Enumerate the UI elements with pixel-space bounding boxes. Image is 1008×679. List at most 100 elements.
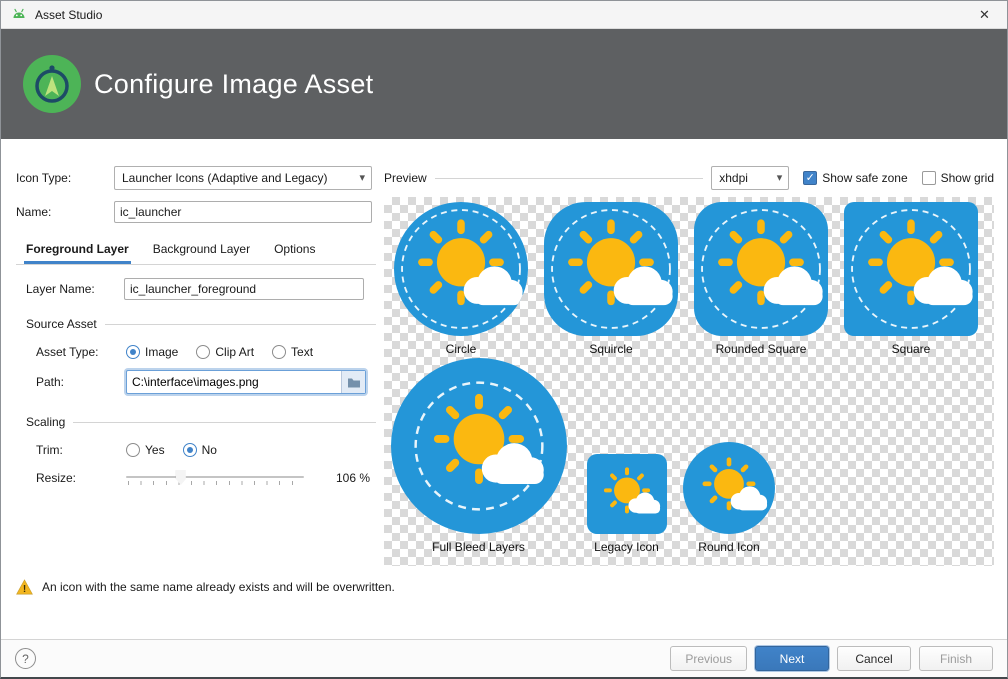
slider-ticks — [128, 481, 304, 485]
dialog-title: Configure Image Asset — [94, 69, 373, 100]
asset-studio-dialog: Asset Studio ✕ Configure Image Asset Ico… — [0, 0, 1008, 679]
preview-item-label: Squircle — [589, 342, 632, 356]
density-value: xhdpi — [719, 171, 748, 185]
resize-value: 106 % — [336, 471, 370, 485]
help-button[interactable]: ? — [15, 648, 36, 669]
config-panel: Icon Type: Launcher Icons (Adaptive and … — [16, 156, 376, 586]
name-input[interactable] — [114, 201, 372, 223]
radio-text-label: Text — [291, 345, 313, 359]
preview-item-legacy: Legacy Icon — [579, 454, 674, 561]
scaling-group-label: Scaling — [26, 415, 65, 429]
icon-preview-circle — [394, 202, 528, 336]
preview-panel: Preview xhdpi ▾ ✓ Show safe zone Show gr… — [384, 166, 994, 566]
radio-clip-art-label: Clip Art — [215, 345, 254, 359]
preview-label: Preview — [384, 171, 427, 185]
path-field — [126, 370, 366, 394]
resize-label: Resize: — [36, 471, 126, 485]
dialog-header: Configure Image Asset — [1, 29, 1007, 139]
radio-trim-no[interactable]: No — [183, 443, 217, 457]
close-button[interactable]: ✕ — [962, 1, 1007, 28]
icon-preview-rounded-square — [694, 202, 828, 336]
icon-type-select[interactable]: Launcher Icons (Adaptive and Legacy) ▾ — [114, 166, 372, 190]
divider — [105, 324, 376, 325]
warning-row: ! An icon with the same name already exi… — [16, 579, 395, 595]
warning-icon: ! — [16, 579, 33, 595]
icon-preview-round — [683, 442, 775, 534]
preview-item-circle: Circle — [386, 202, 536, 356]
name-label: Name: — [16, 205, 114, 219]
icon-preview-full-bleed — [391, 358, 567, 534]
warning-text: An icon with the same name already exist… — [42, 580, 395, 594]
browse-folder-button[interactable] — [341, 371, 365, 393]
icon-preview-squircle — [544, 202, 678, 336]
chevron-down-icon: ▾ — [777, 171, 783, 184]
preview-item-squircle: Squircle — [536, 202, 686, 356]
radio-selected-icon — [126, 345, 140, 359]
density-select[interactable]: xhdpi ▾ — [711, 166, 789, 190]
titlebar: Asset Studio ✕ — [1, 1, 1007, 29]
radio-unselected-icon — [272, 345, 286, 359]
radio-image[interactable]: Image — [126, 345, 178, 359]
source-asset-group-label: Source Asset — [26, 317, 97, 331]
preview-row-adaptive: Circle Squircle Rounded Square — [384, 197, 994, 356]
divider — [435, 178, 704, 179]
radio-unselected-icon — [126, 443, 140, 457]
footer-bar: ? Previous Next Cancel Finish — [1, 639, 1007, 677]
slider-track — [126, 476, 304, 478]
next-button[interactable]: Next — [755, 646, 829, 671]
close-icon: ✕ — [979, 7, 990, 23]
radio-clip-art[interactable]: Clip Art — [196, 345, 254, 359]
layer-tabs: Foreground Layer Background Layer Option… — [16, 239, 376, 265]
android-studio-logo-icon — [23, 55, 81, 113]
chevron-down-icon: ▾ — [359, 171, 365, 184]
asset-type-radio-group: Image Clip Art Text — [126, 345, 313, 359]
checkbox-unchecked-icon — [922, 171, 936, 185]
svg-text:!: ! — [23, 584, 26, 595]
preview-item-label: Rounded Square — [716, 342, 807, 356]
preview-item-rounded-square: Rounded Square — [686, 202, 836, 356]
path-label: Path: — [36, 375, 126, 389]
show-safe-zone-label: Show safe zone — [822, 171, 907, 185]
preview-item-label: Round Icon — [698, 540, 759, 554]
preview-item-round: Round Icon — [678, 442, 780, 561]
resize-slider[interactable] — [126, 469, 304, 487]
preview-item-label: Full Bleed Layers — [432, 540, 525, 554]
radio-unselected-icon — [196, 345, 210, 359]
layer-name-label: Layer Name: — [26, 282, 124, 296]
radio-selected-icon — [183, 443, 197, 457]
preview-item-label: Square — [892, 342, 931, 356]
divider — [73, 422, 376, 423]
icon-type-label: Icon Type: — [16, 171, 114, 185]
preview-item-square: Square — [836, 202, 986, 356]
asset-type-label: Asset Type: — [36, 345, 126, 359]
icon-preview-legacy — [587, 454, 667, 534]
icon-preview-square — [844, 202, 978, 336]
preview-item-label: Circle — [446, 342, 477, 356]
help-icon: ? — [22, 652, 29, 666]
trim-label: Trim: — [36, 443, 126, 457]
icon-type-value: Launcher Icons (Adaptive and Legacy) — [122, 171, 327, 185]
layer-name-input[interactable] — [124, 278, 364, 300]
preview-item-label: Legacy Icon — [594, 540, 659, 554]
preview-row-legacy: Full Bleed Layers Legacy Icon Round Icon — [384, 358, 994, 561]
show-grid-checkbox[interactable]: Show grid — [922, 171, 994, 185]
show-safe-zone-checkbox[interactable]: ✓ Show safe zone — [803, 171, 907, 185]
preview-item-full-bleed: Full Bleed Layers — [386, 358, 571, 561]
finish-button[interactable]: Finish — [919, 646, 993, 671]
preview-board: Circle Squircle Rounded Square — [384, 197, 994, 566]
cancel-button[interactable]: Cancel — [837, 646, 911, 671]
radio-text[interactable]: Text — [272, 345, 313, 359]
tab-options[interactable]: Options — [272, 238, 317, 264]
window-title: Asset Studio — [35, 8, 102, 22]
radio-trim-yes-label: Yes — [145, 443, 165, 457]
android-icon — [11, 7, 27, 23]
radio-trim-no-label: No — [202, 443, 217, 457]
show-grid-label: Show grid — [941, 171, 994, 185]
trim-radio-group: Yes No — [126, 443, 217, 457]
path-input[interactable] — [127, 372, 341, 392]
previous-button[interactable]: Previous — [670, 646, 747, 671]
tab-foreground-layer[interactable]: Foreground Layer — [24, 238, 131, 264]
radio-trim-yes[interactable]: Yes — [126, 443, 165, 457]
checkbox-checked-icon: ✓ — [803, 171, 817, 185]
tab-background-layer[interactable]: Background Layer — [151, 238, 252, 264]
